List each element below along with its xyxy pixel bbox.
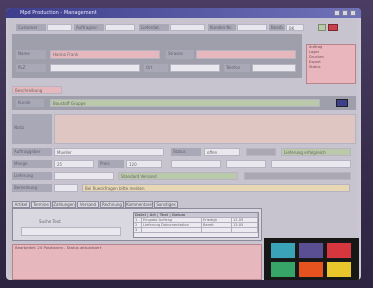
- delivery-date-field[interactable]: [170, 24, 205, 31]
- notes-textarea[interactable]: [54, 114, 356, 144]
- tab-payments[interactable]: Zahlungen: [52, 201, 76, 208]
- shipping-method-field[interactable]: Standard Versand: [118, 172, 238, 180]
- grid-cell[interactable]: 3: [134, 228, 142, 233]
- remark-field[interactable]: Bei Rueckfragen bitte melden: [82, 184, 350, 192]
- ok-indicator[interactable]: [318, 24, 326, 31]
- status-extra-field[interactable]: [246, 148, 276, 156]
- log-panel: Bearbeitet: 20 Positionen - Status aktua…: [12, 244, 262, 280]
- delivery-date-label: Lieferdat.: [139, 24, 169, 31]
- tax-field[interactable]: [226, 160, 266, 168]
- total-field[interactable]: [271, 160, 351, 168]
- price-field[interactable]: 120: [126, 160, 162, 168]
- grid: Datei | Art | Text | Datum 1 Eingabe Auf…: [133, 212, 259, 238]
- action-list: Auftrag Lager Drucken Export Status: [306, 44, 356, 84]
- city-label: Ort: [144, 64, 168, 72]
- phone-field[interactable]: [252, 64, 296, 72]
- minimize-button[interactable]: [334, 10, 340, 16]
- tab-shipping[interactable]: Versand: [77, 201, 99, 208]
- notes-label: Notiz: [12, 114, 52, 144]
- phone-label: Telefon: [224, 64, 250, 72]
- color-button-4[interactable]: [270, 261, 296, 278]
- remark-short-field[interactable]: [54, 184, 78, 192]
- customer-group-field[interactable]: Baustoff Gruppe: [50, 99, 320, 107]
- alert-indicator[interactable]: [328, 24, 338, 31]
- color-button-1[interactable]: [270, 242, 296, 259]
- tab-other[interactable]: Sonstiges: [154, 201, 178, 208]
- window-title: Mpd Production - Management: [20, 10, 97, 16]
- editor-label: Bearb.: [269, 24, 285, 31]
- customer-number-field[interactable]: [237, 24, 267, 31]
- street-field[interactable]: [196, 50, 296, 59]
- log-text: Bearbeitet: 20 Positionen - Status aktua…: [15, 245, 102, 250]
- shipping-label: Lieferung: [12, 172, 52, 180]
- shipping-field[interactable]: [54, 172, 114, 180]
- order-number-label: Auftragsnr.: [74, 24, 104, 31]
- customer-label: Customer: [16, 24, 46, 31]
- color-button-6[interactable]: [326, 261, 352, 278]
- name-label: Name: [16, 50, 46, 59]
- customer-field[interactable]: [47, 24, 72, 31]
- editor-field[interactable]: BK: [286, 24, 304, 31]
- tab-panel: Suche Text Datei | Art | Text | Datum 1 …: [12, 208, 262, 241]
- grid-cell[interactable]: [232, 228, 258, 233]
- search-label: Suche Text: [39, 219, 61, 224]
- maximize-button[interactable]: [342, 10, 348, 16]
- customer-number-label: Kunden-Nr.: [208, 24, 236, 31]
- quantity-label: Menge: [12, 160, 52, 168]
- client-label: Auftraggeber: [12, 148, 52, 156]
- section-header: Beschreibung: [12, 86, 62, 94]
- tab-comments[interactable]: Kommentare: [125, 201, 153, 208]
- color-button-2[interactable]: [298, 242, 324, 259]
- color-button-3[interactable]: [326, 242, 352, 259]
- quantity-field[interactable]: 25: [54, 160, 94, 168]
- street-label: Strasse: [166, 50, 194, 59]
- delivery-status-badge: Lieferung erfolgreich: [281, 148, 351, 156]
- tab-invoice[interactable]: Rechnung: [100, 201, 124, 208]
- remark-label: Bemerkung: [12, 184, 52, 192]
- status-field[interactable]: offen: [204, 148, 240, 156]
- zip-label: PLZ: [16, 64, 46, 72]
- color-button-5[interactable]: [298, 261, 324, 278]
- client-field[interactable]: Mueller: [54, 148, 164, 156]
- price-label: Preis: [98, 160, 124, 168]
- status-label: Status: [171, 148, 201, 156]
- tab-appointments[interactable]: Termine: [31, 201, 51, 208]
- tab-articles[interactable]: Artikel: [12, 201, 30, 208]
- grid-cell[interactable]: [142, 228, 202, 233]
- color-button-panel: [264, 238, 359, 280]
- customer-group-label: Kunde: [16, 99, 44, 107]
- zip-field[interactable]: [50, 64, 140, 72]
- search-input[interactable]: [21, 227, 121, 236]
- name-field[interactable]: Hanna Frank: [50, 50, 160, 59]
- action-item[interactable]: Status: [307, 65, 355, 70]
- title-bar: Mpd Production - Management: [6, 8, 361, 18]
- lookup-button[interactable]: [336, 99, 348, 107]
- city-field[interactable]: [170, 64, 220, 72]
- close-button[interactable]: [350, 10, 356, 16]
- order-number-field[interactable]: [105, 24, 135, 31]
- grid-cell[interactable]: [202, 228, 232, 233]
- shipping-extra-field[interactable]: [244, 172, 351, 180]
- application-window: Mpd Production - Management Customer Auf…: [6, 8, 361, 280]
- discount-field[interactable]: [171, 160, 221, 168]
